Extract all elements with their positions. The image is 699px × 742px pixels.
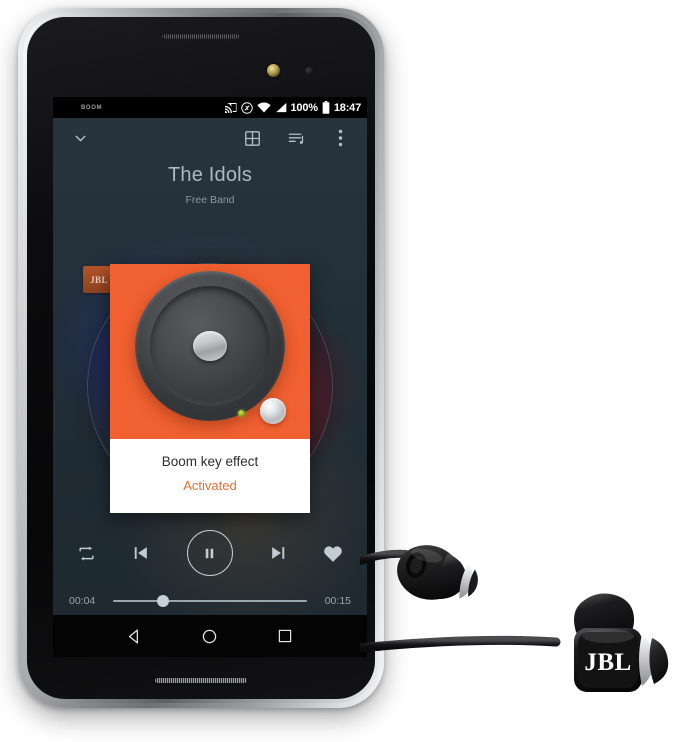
cast-icon: [224, 102, 237, 113]
playlist-queue-icon[interactable]: [281, 123, 311, 153]
volume-knob-icon: [260, 398, 286, 424]
earpiece-speaker-grille: [162, 34, 240, 39]
jbl-earphones: JBL: [355, 520, 699, 720]
player-toolbar: [53, 118, 367, 158]
seek-thumb[interactable]: [157, 595, 170, 607]
phone-screen: BOOM 100% 18:47 The Idols Free Band JBL …: [53, 97, 367, 657]
heart-icon[interactable]: [323, 544, 343, 563]
next-track-icon[interactable]: [268, 543, 288, 563]
popup-status: Activated: [183, 478, 237, 493]
track-artist: Free Band: [185, 194, 235, 206]
speaker-cone-inner: [150, 286, 270, 406]
playback-controls: [53, 530, 367, 576]
cellular-signal-icon: [275, 102, 287, 113]
back-icon[interactable]: [118, 619, 152, 653]
clock-label: 18:47: [333, 101, 361, 114]
nfc-icon: [240, 101, 253, 114]
android-navigation-bar: [53, 615, 367, 657]
status-bar-app-label: BOOM: [81, 104, 103, 111]
boom-key-effect-popup: Boom key effect Activated: [110, 264, 310, 513]
toolbar-actions: [237, 123, 355, 153]
chevron-down-icon[interactable]: [65, 123, 95, 153]
seek-slider[interactable]: [113, 595, 307, 607]
phone-device: BOOM 100% 18:47 The Idols Free Band JBL …: [18, 8, 384, 708]
track-info: The Idols Free Band: [53, 164, 367, 206]
popup-title: Boom key effect: [161, 454, 259, 469]
speaker-dust-cap: [193, 331, 227, 361]
overflow-menu-icon[interactable]: [325, 123, 355, 153]
speaker-woofer-icon: [110, 264, 310, 439]
previous-track-icon[interactable]: [131, 543, 151, 563]
earphone-jbl-logo: JBL: [584, 649, 631, 676]
status-led-icon: [238, 410, 245, 417]
jbl-badge-label: JBL: [90, 274, 108, 285]
battery-percent-label: 100%: [290, 101, 319, 114]
proximity-sensor-icon: [305, 67, 313, 75]
battery-icon: [322, 101, 330, 114]
track-title: The Idols: [167, 164, 253, 186]
phone-front-panel: BOOM 100% 18:47 The Idols Free Band JBL …: [27, 17, 375, 699]
music-player-screen: The Idols Free Band JBL Boom key effect …: [53, 118, 367, 657]
popup-text-area: Boom key effect Activated: [110, 439, 310, 513]
home-icon[interactable]: [193, 619, 227, 653]
status-bar: BOOM 100% 18:47: [53, 97, 367, 118]
elapsed-time-label: 00:04: [69, 595, 96, 607]
grid-view-icon[interactable]: [237, 123, 267, 153]
recents-icon[interactable]: [268, 619, 302, 653]
wifi-icon: [256, 102, 271, 113]
bottom-speaker-grille: [155, 678, 247, 683]
status-bar-icons: 100% 18:47: [224, 101, 361, 114]
pause-icon[interactable]: [186, 530, 233, 576]
speaker-cone-outer: [135, 271, 285, 421]
duration-label: 00:15: [324, 595, 351, 607]
repeat-icon[interactable]: [77, 544, 96, 563]
front-camera-icon: [267, 64, 280, 77]
seek-bar-row: 00:04 00:15: [53, 595, 367, 607]
